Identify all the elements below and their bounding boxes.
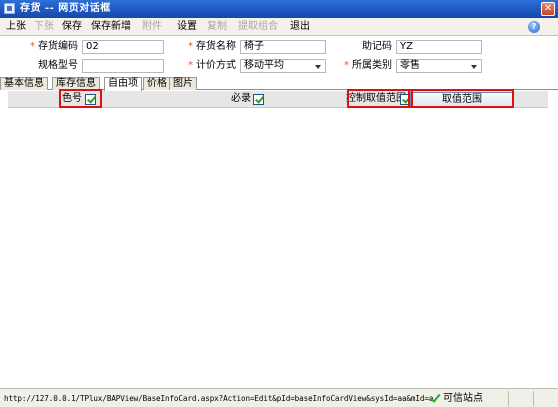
window-title: 存货 -- 网页对话框: [20, 3, 111, 14]
highlight-box-control-range: [347, 89, 413, 108]
tab-image[interactable]: 图片: [169, 77, 197, 90]
prev-record-button[interactable]: 上张: [6, 18, 26, 36]
extract-combination-button[interactable]: 提取组合: [238, 18, 278, 36]
chevron-down-icon: [471, 65, 477, 69]
trusted-site-label: 可信站点: [443, 393, 483, 404]
attachment-button[interactable]: 附件: [142, 18, 162, 36]
inventory-code-field[interactable]: 02: [82, 40, 164, 54]
copy-button[interactable]: 复制: [207, 18, 227, 36]
check-icon: [428, 392, 440, 404]
highlight-box-color: [59, 89, 102, 108]
highlight-box-range-button: [408, 89, 514, 108]
tab-basic-info[interactable]: 基本信息: [0, 77, 48, 90]
window-titlebar: 存货 -- 网页对话框 ✕: [0, 0, 558, 18]
exit-button[interactable]: 退出: [290, 18, 310, 36]
tab-free-items[interactable]: 自由项: [104, 77, 142, 91]
mnemonic-code-field[interactable]: YZ: [396, 40, 482, 54]
help-icon[interactable]: ?: [528, 21, 540, 33]
inventory-name-label: * 存货名称: [188, 41, 236, 52]
status-divider: [508, 391, 509, 406]
tab-price[interactable]: 价格: [143, 77, 171, 90]
status-divider: [533, 391, 534, 406]
pricing-method-value: 移动平均: [244, 60, 284, 71]
save-and-new-button[interactable]: 保存新增: [91, 18, 131, 36]
required-label: 必录: [231, 93, 251, 104]
app-window-icon: [4, 3, 15, 14]
content-panel: [8, 109, 548, 388]
status-bar: http://127.0.0.1/TPlux/BAPView/BaseInfoC…: [0, 388, 558, 407]
category-label: * 所属类别: [344, 60, 392, 71]
save-button[interactable]: 保存: [62, 18, 82, 36]
close-window-button[interactable]: ✕: [541, 2, 555, 16]
required-checkbox[interactable]: [253, 94, 264, 105]
inventory-code-label: * 存货编码: [30, 41, 78, 52]
spec-model-label: 规格型号: [38, 60, 78, 71]
category-select[interactable]: 零售: [396, 59, 482, 73]
spec-model-field[interactable]: [82, 59, 164, 73]
chevron-down-icon: [315, 65, 321, 69]
settings-button[interactable]: 设置: [177, 18, 197, 36]
toolbar: 上张 下张 保存 保存新增 附件 设置 复制 提取组合 退出 ?: [0, 18, 558, 36]
status-url: http://127.0.0.1/TPlux/BAPView/BaseInfoC…: [4, 394, 434, 403]
category-value: 零售: [400, 60, 420, 71]
inventory-form: * 存货编码 02 * 存货名称 椅子 助记码 YZ 规格型号 * 计价方式 移动平均…: [0, 37, 558, 75]
pricing-method-select[interactable]: 移动平均: [240, 59, 326, 73]
mnemonic-code-label: 助记码: [362, 41, 392, 52]
next-record-button[interactable]: 下张: [34, 18, 54, 36]
pricing-method-label: * 计价方式: [188, 60, 236, 71]
inventory-name-field[interactable]: 椅子: [240, 40, 326, 54]
